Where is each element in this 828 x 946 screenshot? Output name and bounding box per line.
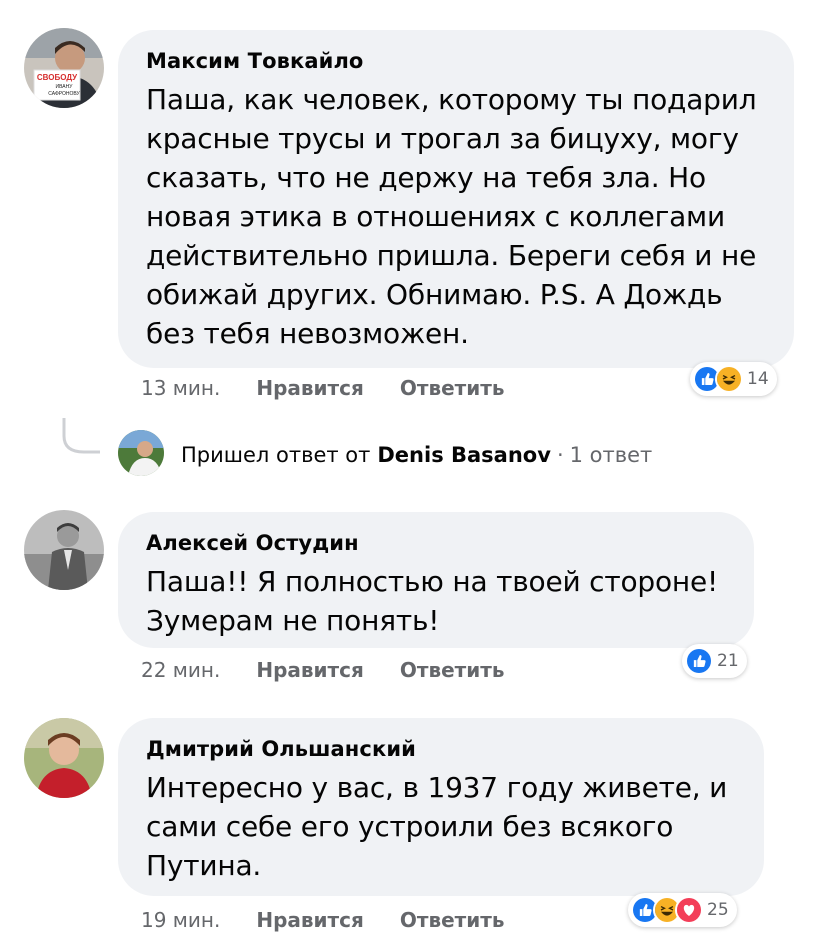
comment-timestamp[interactable]: 13 мин. <box>141 376 220 400</box>
avatar-sign-line-3: САФРОНОВУ <box>48 91 80 97</box>
reaction-count: 21 <box>717 651 739 671</box>
reply-separator: · <box>556 443 564 467</box>
comment-actions: 22 мин. Нравится Ответить <box>141 658 505 682</box>
comment-author[interactable]: Алексей Остудин <box>146 530 728 556</box>
like-button[interactable]: Нравится <box>256 376 364 400</box>
like-icon <box>685 647 713 675</box>
avatar-sign-line-2: ИВАНУ <box>56 84 74 90</box>
comment-text: Паша, как человек, которому ты подарил к… <box>146 83 757 350</box>
avatar-maksim[interactable]: СВОБОДУ ИВАНУ САФРОНОВУ <box>24 28 104 108</box>
comment-timestamp[interactable]: 22 мин. <box>141 658 220 682</box>
comment-actions: 13 мин. Нравится Ответить <box>141 376 505 400</box>
reply-count: 1 ответ <box>569 443 653 467</box>
comment-bubble: Дмитрий Ольшанский Интересно у вас, в 19… <box>118 718 764 896</box>
comment-timestamp[interactable]: 19 мин. <box>141 908 220 932</box>
thread-connector <box>62 418 100 454</box>
view-replies-link[interactable]: Пришел ответ от Denis Basanov · 1 ответ <box>181 443 652 467</box>
comment-text: Интересно у вас, в 1937 году живете, и с… <box>146 771 728 882</box>
reaction-count: 14 <box>747 369 769 389</box>
reaction-summary[interactable]: 21 <box>682 644 747 678</box>
reaction-summary[interactable]: 25 <box>628 893 737 927</box>
avatar-sign-line-1: СВОБОДУ <box>37 73 78 82</box>
reply-button[interactable]: Ответить <box>400 908 505 932</box>
reply-button[interactable]: Ответить <box>400 658 505 682</box>
comment-actions: 19 мин. Нравится Ответить <box>141 908 505 932</box>
reaction-count: 25 <box>707 900 729 920</box>
reply-author: Denis Basanov <box>377 443 551 467</box>
comment-author[interactable]: Дмитрий Ольшанский <box>146 736 738 762</box>
comment-author[interactable]: Максим Товкайло <box>146 48 768 74</box>
comment-bubble: Алексей Остудин Паша!! Я полностью на тв… <box>118 512 754 648</box>
like-button[interactable]: Нравится <box>256 908 364 932</box>
comment-text: Паша!! Я полностью на твоей стороне! Зум… <box>146 565 719 637</box>
like-button[interactable]: Нравится <box>256 658 364 682</box>
avatar-denis[interactable] <box>118 430 164 476</box>
reaction-summary[interactable]: 14 <box>690 362 777 396</box>
avatar-dmitriy[interactable] <box>24 718 104 798</box>
avatar-aleksey[interactable] <box>24 510 104 590</box>
comment-bubble: Максим Товкайло Паша, как человек, котор… <box>118 30 794 368</box>
reply-button[interactable]: Ответить <box>400 376 505 400</box>
reply-prefix: Пришел ответ от <box>181 443 371 467</box>
love-icon <box>675 896 703 924</box>
haha-icon <box>715 365 743 393</box>
